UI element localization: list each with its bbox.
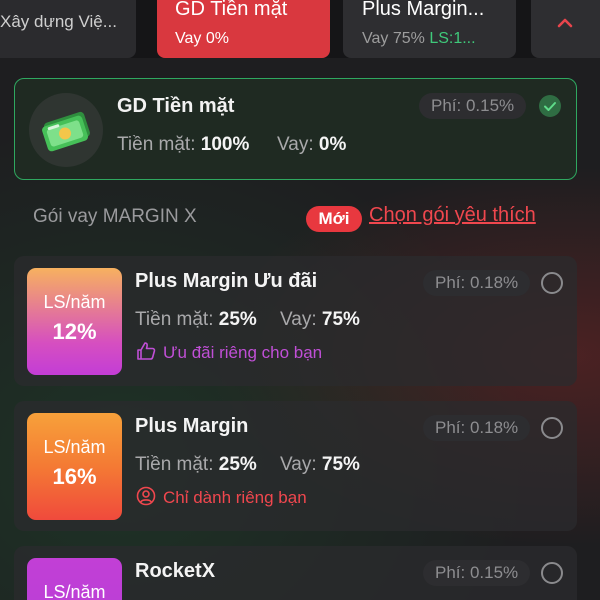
- cash-ratio: Tiền mặt: 25%: [135, 309, 257, 331]
- loan-ratio-value: 75%: [321, 454, 360, 475]
- rate-label: LS/năm: [43, 582, 106, 600]
- perk-note: Chỉ dành riêng bạn: [135, 485, 307, 508]
- package-name: Plus Margin Ưu đãi: [135, 270, 318, 292]
- tab-gd-tien-mat-title: GD Tiền mặt: [175, 0, 288, 20]
- fee-badge: Phí: 0.18%: [423, 415, 531, 441]
- rate-label: LS/năm: [43, 292, 106, 312]
- loan-package-panel: GD Tiền mặt Phí: 0.15% Tiền mặt: 100% Va…: [0, 58, 600, 600]
- loan-ratio-value: 0%: [318, 134, 347, 155]
- cash-ratio-label: Tiền mặt:: [135, 454, 214, 475]
- package-plus-margin[interactable]: LS/năm 16% Plus Margin Phí: 0.18% Tiền m…: [14, 401, 577, 531]
- tab-gd-tien-mat[interactable]: GD Tiền mặt Vay 0%: [157, 0, 330, 58]
- tab-xay-dung[interactable]: Xây dựng Việ...: [0, 0, 136, 58]
- perk-note: Ưu đãi riêng cho bạn: [135, 340, 322, 363]
- rate-box: LS/năm 12%: [27, 268, 122, 375]
- package-tab-bar: Xây dựng Việ... GD Tiền mặt Vay 0% Plus …: [0, 0, 600, 58]
- cash-ratio-label: Tiền mặt:: [117, 134, 196, 155]
- rate-value: 16%: [52, 464, 97, 489]
- loan-ratio: Vay: 75%: [280, 309, 360, 331]
- radio-button[interactable]: [541, 417, 563, 439]
- check-circle-icon: [539, 95, 561, 117]
- fee-badge: Phí: 0.15%: [419, 93, 527, 119]
- tab-plus-margin-title: Plus Margin...: [362, 0, 485, 20]
- rate-box: LS/năm 16%: [27, 413, 122, 520]
- rate-box: LS/năm: [27, 558, 122, 600]
- tab-plus-margin-rate: LS:1...: [429, 30, 476, 47]
- perk-text: Chỉ dành riêng bạn: [163, 488, 307, 507]
- perk-text: Ưu đãi riêng cho bạn: [163, 343, 323, 362]
- cash-ratio-label: Tiền mặt:: [135, 309, 214, 330]
- cash-ratio: Tiền mặt: 100%: [117, 134, 249, 156]
- tab-xay-dung-title: Xây dựng Việ...: [0, 12, 117, 31]
- cash-trade-option[interactable]: GD Tiền mặt Phí: 0.15% Tiền mặt: 100% Va…: [14, 78, 577, 180]
- loan-ratio: Vay: 0%: [277, 134, 346, 156]
- loan-ratio-label: Vay:: [280, 454, 317, 475]
- rate-label: LS/năm: [43, 437, 106, 457]
- cash-ratio: Tiền mặt: 25%: [135, 454, 257, 476]
- thumbs-up-icon: [137, 342, 156, 360]
- fee-badge: Phí: 0.15%: [423, 560, 531, 586]
- fee-badge: Phí: 0.18%: [423, 270, 531, 296]
- loan-ratio-value: 75%: [321, 309, 360, 330]
- loan-ratio-label: Vay:: [277, 134, 314, 155]
- package-plus-margin-uu-dai[interactable]: LS/năm 12% Plus Margin Ưu đãi Phí: 0.18%…: [14, 256, 577, 386]
- tab-gd-tien-mat-subtitle: Vay 0%: [175, 30, 229, 47]
- margin-section-title: Gói vay MARGIN X: [33, 206, 197, 227]
- tab-plus-margin-loan: Vay 75%: [362, 30, 425, 47]
- money-stack-icon: [29, 93, 103, 167]
- user-circle-icon: [136, 486, 156, 506]
- chevron-up-icon: [557, 18, 573, 28]
- radio-button[interactable]: [541, 272, 563, 294]
- rate-value: 12%: [52, 319, 97, 344]
- cash-ratio-value: 100%: [200, 134, 250, 155]
- loan-ratio: Vay: 75%: [280, 454, 360, 476]
- package-name: Plus Margin: [135, 415, 249, 437]
- collapse-tabs-button[interactable]: [531, 0, 600, 58]
- cash-ratio-value: 25%: [218, 309, 257, 330]
- cash-option-title: GD Tiền mặt: [117, 95, 235, 117]
- tab-plus-margin[interactable]: Plus Margin... Vay 75% LS:1...: [343, 0, 516, 58]
- tab-plus-margin-subtitle: Vay 75% LS:1...: [362, 30, 476, 48]
- cash-ratio-value: 25%: [218, 454, 257, 475]
- radio-button[interactable]: [541, 562, 563, 584]
- choose-favorite-link[interactable]: Chọn gói yêu thích: [369, 204, 536, 227]
- new-badge: Mới: [306, 206, 362, 232]
- package-rocketx[interactable]: LS/năm RocketX Phí: 0.15%: [14, 546, 577, 600]
- loan-ratio-label: Vay:: [280, 309, 317, 330]
- package-name: RocketX: [135, 560, 216, 582]
